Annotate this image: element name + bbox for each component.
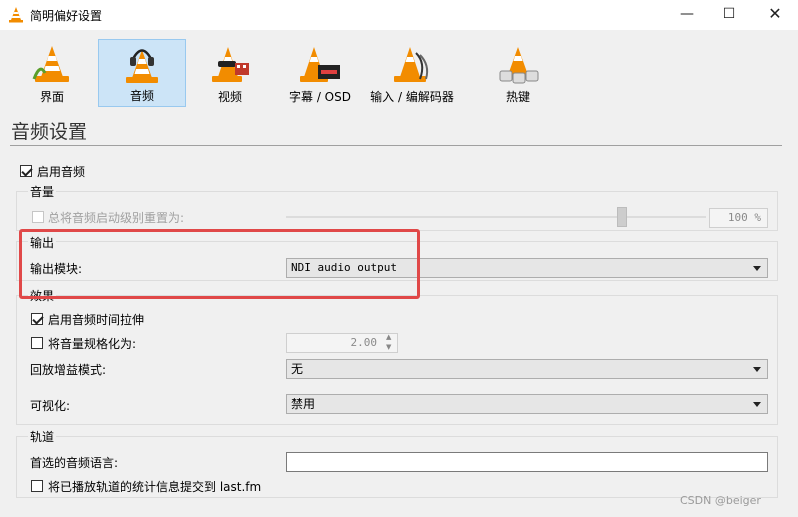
visualization-value: 禁用: [291, 397, 316, 411]
window-title: 简明偏好设置: [30, 9, 103, 23]
lastfm-checkbox[interactable]: [31, 480, 43, 492]
video-cone-icon: [212, 47, 249, 82]
tab-interface[interactable]: 界面: [8, 39, 96, 107]
tab-subtitles-osd[interactable]: 字幕 / OSD: [276, 39, 364, 107]
visualization-dropdown[interactable]: 禁用: [286, 394, 768, 414]
normalize-volume-checkbox[interactable]: [31, 337, 43, 349]
tab-label: 音频: [129, 89, 154, 103]
volume-group-title: 音量: [28, 183, 57, 200]
visualization-label: 可视化:: [30, 399, 71, 413]
time-stretch-checkbox[interactable]: [31, 313, 43, 325]
tab-label: 输入 / 编解码器: [370, 90, 454, 104]
tab-label: 热键: [505, 90, 530, 104]
tab-video[interactable]: 视频: [186, 39, 274, 107]
spin-down-icon[interactable]: ▼: [386, 343, 391, 351]
watermark: CSDN @beiger: [680, 494, 761, 507]
tab-label: 界面: [39, 90, 64, 104]
hotkeys-cone-icon: [499, 47, 539, 84]
vlc-cone-icon: [9, 7, 23, 23]
reset-volume-checkbox[interactable]: [32, 211, 44, 223]
normalize-volume-label: 将音量规格化为:: [48, 337, 137, 351]
tab-label: 字幕 / OSD: [289, 90, 351, 104]
reset-volume-label: 总将音频启动级别重置为:: [48, 211, 185, 225]
chevron-down-icon: [753, 367, 761, 372]
tab-audio[interactable]: 音频: [98, 39, 186, 107]
close-button[interactable]: ✕: [752, 0, 798, 30]
replay-gain-label: 回放增益模式:: [30, 363, 107, 377]
volume-slider-handle[interactable]: [617, 207, 627, 227]
normalize-value-spinbox[interactable]: 2.00: [286, 333, 398, 353]
subtitles-cone-icon: [300, 47, 340, 82]
title-bar: 简明偏好设置 — ☐ ✕: [0, 0, 798, 30]
tab-hotkeys[interactable]: 热键: [474, 39, 562, 107]
lastfm-label: 将已播放轨道的统计信息提交到 last.fm: [48, 480, 262, 494]
audio-headphones-cone-icon: [126, 49, 158, 83]
tab-input-codecs[interactable]: 输入 / 编解码器: [368, 39, 456, 107]
tracks-group-title: 轨道: [28, 428, 57, 445]
page-title: 音频设置: [11, 121, 88, 143]
chevron-down-icon: [753, 266, 761, 271]
minimize-button[interactable]: —: [664, 0, 710, 30]
enable-audio-checkbox[interactable]: [20, 165, 32, 177]
spin-up-icon[interactable]: ▲: [386, 333, 391, 341]
volume-level-spinbox[interactable]: 100 %: [709, 208, 768, 228]
highlight-annotation: [19, 229, 420, 299]
chevron-down-icon: [753, 402, 761, 407]
input-codecs-cone-icon: [394, 47, 429, 82]
maximize-button[interactable]: ☐: [706, 0, 752, 30]
time-stretch-label: 启用音频时间拉伸: [48, 313, 145, 327]
preferred-language-label: 首选的音频语言:: [30, 456, 119, 470]
preferences-category-toolbar: 界面 音频 视频 字幕 / OSD 输入 / 编解码器 热键: [8, 38, 568, 110]
preferred-language-input[interactable]: [286, 452, 768, 472]
tab-label: 视频: [217, 90, 242, 104]
enable-audio-label: 启用音频: [37, 165, 86, 179]
replay-gain-dropdown[interactable]: 无: [286, 359, 768, 379]
volume-slider-track[interactable]: [286, 216, 706, 218]
interface-cone-icon: [32, 46, 69, 82]
replay-gain-value: 无: [291, 362, 304, 376]
title-divider: [10, 145, 782, 146]
